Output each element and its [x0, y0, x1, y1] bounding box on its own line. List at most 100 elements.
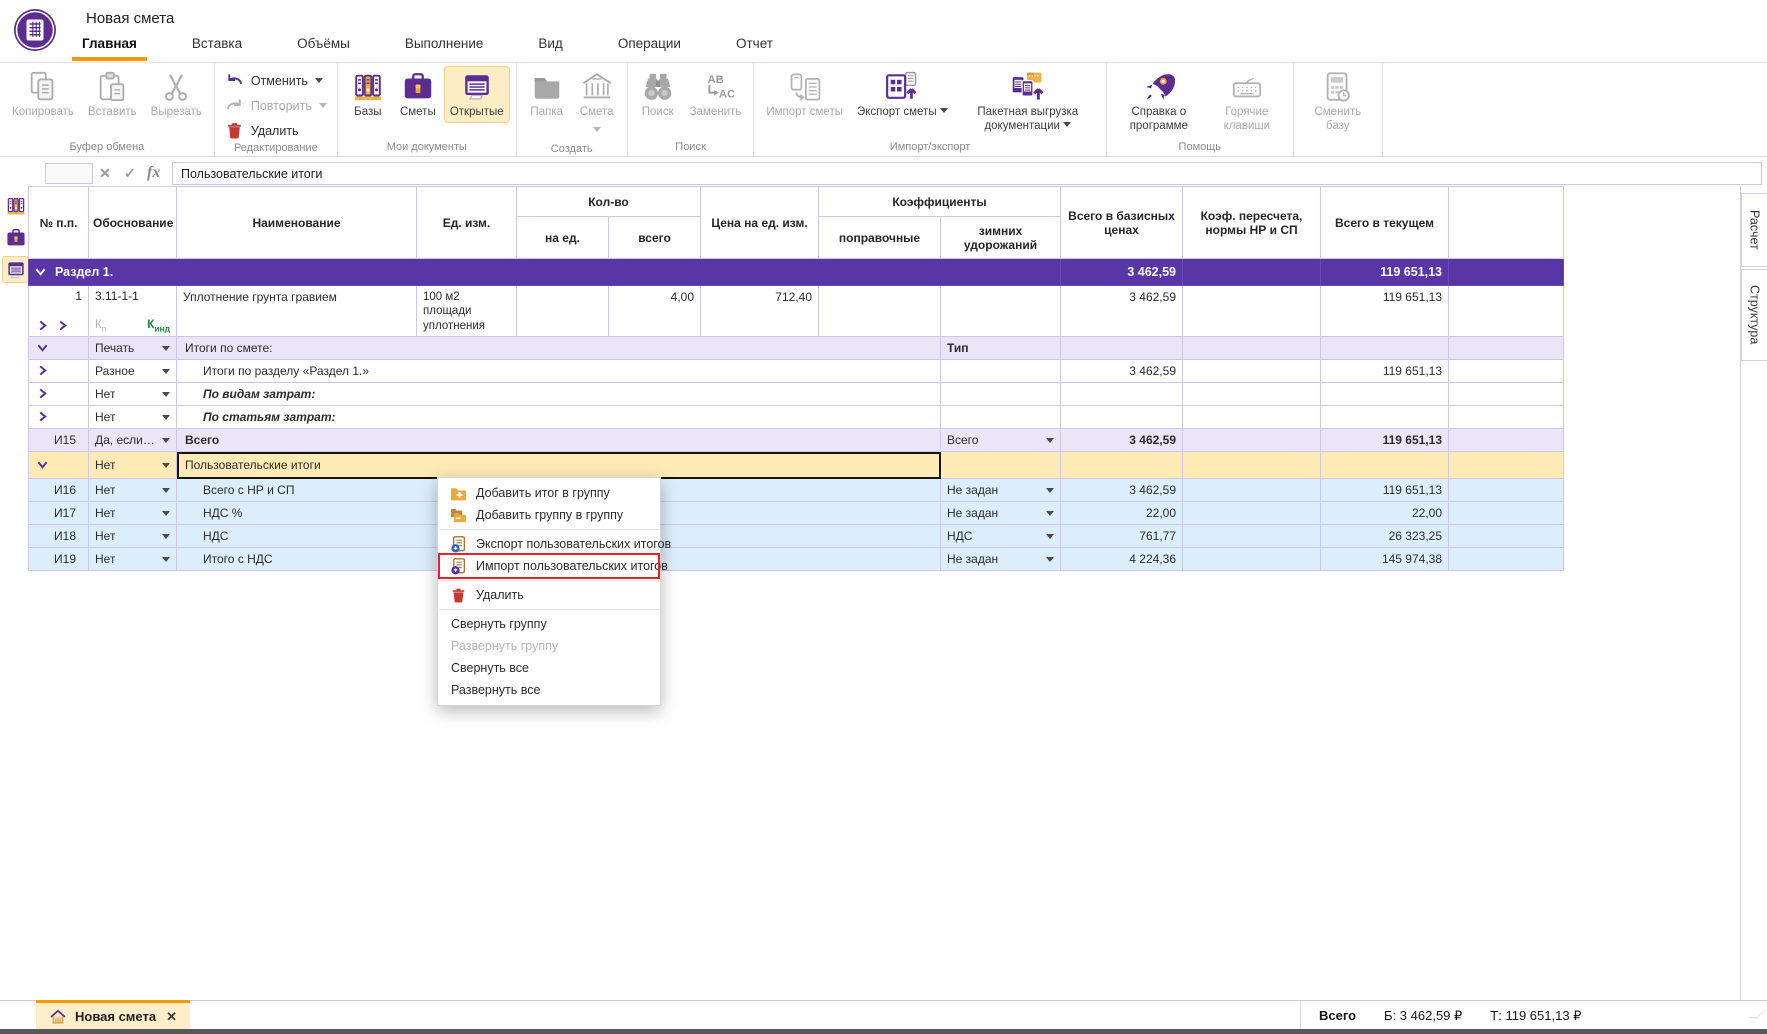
- total-base-value[interactable]: [1061, 406, 1183, 429]
- export-estimate-button[interactable]: Экспорт сметы: [851, 66, 954, 123]
- row-name[interactable]: Пользовательские итоги: [177, 452, 941, 479]
- total-current-value[interactable]: 145 974,38: [1321, 548, 1449, 571]
- total-current-value[interactable]: [1321, 383, 1449, 406]
- menu-item-import-user-totals[interactable]: Импорт пользовательских итогов: [438, 555, 660, 577]
- table-row-i16-total-nr-sp[interactable]: И16НетВсего с НР и СПНе задан3 462,59119…: [29, 479, 1564, 502]
- ribbon-tab-glavnaya[interactable]: Главная: [78, 31, 141, 61]
- side-tab-structure[interactable]: Структура: [1741, 269, 1767, 361]
- type-dropdown[interactable]: Всего: [947, 433, 1054, 447]
- table-row-user-totals[interactable]: Нет Пользовательские итоги: [29, 452, 1564, 479]
- total-current-value[interactable]: 119 651,13: [1321, 259, 1449, 286]
- chevron-right-icon[interactable]: [37, 388, 48, 399]
- menu-item-add-total-to-group[interactable]: Добавить итог в группу: [438, 482, 660, 504]
- total-current-value[interactable]: 119 651,13: [1321, 360, 1449, 383]
- row-name[interactable]: По видам затрат:: [177, 383, 941, 406]
- section-name[interactable]: Раздел 1.: [29, 259, 1061, 286]
- table-row-i17-vat-percent[interactable]: И17НетНДС %Не задан22,0022,00: [29, 502, 1564, 525]
- chevron-right-icon[interactable]: [37, 365, 48, 376]
- menu-item-collapse-all[interactable]: Свернуть все: [438, 657, 660, 679]
- item-name[interactable]: Уплотнение грунта гравием: [177, 286, 417, 337]
- print-mode-dropdown[interactable]: Нет: [95, 387, 170, 401]
- estimates-button[interactable]: Сметы: [394, 66, 442, 123]
- cell-reference-input[interactable]: [45, 163, 93, 184]
- delete-button[interactable]: Удалить: [221, 120, 303, 141]
- chevron-down-icon[interactable]: [37, 459, 48, 470]
- chevron-down-icon[interactable]: [37, 342, 48, 353]
- print-mode-dropdown[interactable]: Печать: [95, 341, 170, 355]
- formula-input[interactable]: Пользовательские итоги: [172, 162, 1762, 185]
- total-base-value[interactable]: 3 462,59: [1061, 429, 1183, 452]
- total-base-value[interactable]: 3 462,59: [1061, 479, 1183, 502]
- row-number[interactable]: И16: [29, 479, 89, 502]
- print-mode-dropdown[interactable]: Нет: [95, 458, 170, 472]
- ribbon-tab-otchet[interactable]: Отчет: [732, 31, 777, 61]
- basis-cell[interactable]: 3.11-1-1КпКинд: [89, 286, 177, 337]
- menu-item-export-user-totals[interactable]: Экспорт пользовательских итогов: [438, 533, 660, 555]
- type-dropdown[interactable]: НДС: [947, 529, 1054, 543]
- table-row-by-cost-types[interactable]: Нет По видам затрат:: [29, 383, 1564, 406]
- coef-ind-label[interactable]: Кинд: [147, 319, 170, 333]
- print-mode-dropdown[interactable]: Нет: [95, 506, 170, 520]
- cancel-icon[interactable]: ✕: [99, 163, 111, 183]
- confirm-icon[interactable]: ✓: [124, 163, 136, 183]
- print-mode-dropdown[interactable]: Нет: [95, 410, 170, 424]
- row-number[interactable]: И18: [29, 525, 89, 548]
- total-current-value[interactable]: [1321, 406, 1449, 429]
- qty-total-value[interactable]: 4,00: [609, 286, 701, 337]
- total-base-value[interactable]: 22,00: [1061, 502, 1183, 525]
- price-value[interactable]: 712,40: [701, 286, 819, 337]
- row-name[interactable]: Итоги по разделу «Раздел 1.»: [177, 360, 941, 383]
- total-current-value[interactable]: 22,00: [1321, 502, 1449, 525]
- table-row-section-1[interactable]: Раздел 1.3 462,59 119 651,13: [29, 259, 1564, 286]
- print-mode-dropdown[interactable]: Разное: [95, 364, 170, 378]
- print-mode-dropdown[interactable]: Да, если н…: [95, 433, 170, 447]
- item-unit[interactable]: 100 м2 площади уплотнения: [417, 286, 517, 337]
- menu-item-collapse-group[interactable]: Свернуть группу: [438, 613, 660, 635]
- ribbon-tab-operacii[interactable]: Операции: [614, 31, 685, 61]
- about-button[interactable]: Справка о программе: [1113, 66, 1205, 136]
- total-base-value[interactable]: 4 224,36: [1061, 548, 1183, 571]
- sidebar-item-open[interactable]: [2, 256, 29, 283]
- document-tab[interactable]: Новая смета ✕: [36, 1000, 190, 1030]
- menu-item-delete[interactable]: Удалить: [438, 584, 660, 606]
- total-base-value[interactable]: 3 462,59: [1061, 259, 1183, 286]
- sidebar-item-estimates[interactable]: [2, 224, 29, 251]
- open-button[interactable]: Открытые: [444, 66, 510, 123]
- menu-item-add-group-to-group[interactable]: Добавить группу в группу: [438, 504, 660, 526]
- row-name[interactable]: Итоги по смете:: [177, 337, 941, 360]
- total-base-value[interactable]: [1061, 337, 1183, 360]
- chevron-down-icon[interactable]: [35, 266, 46, 277]
- total-base-value[interactable]: [1061, 452, 1183, 479]
- total-base-value[interactable]: 3 462,59: [1061, 286, 1183, 337]
- sidebar-item-bases[interactable]: [2, 192, 29, 219]
- row-number[interactable]: И19: [29, 548, 89, 571]
- row-number[interactable]: И17: [29, 502, 89, 525]
- ribbon-tab-vid[interactable]: Вид: [534, 31, 566, 61]
- type-dropdown[interactable]: Не задан: [947, 552, 1054, 566]
- type-dropdown[interactable]: Не задан: [947, 483, 1054, 497]
- table-row-i19-total-with-vat[interactable]: И19НетИтого с НДСНе задан4 224,36145 974…: [29, 548, 1564, 571]
- total-current-value[interactable]: 119 651,13: [1321, 429, 1449, 452]
- total-base-value[interactable]: [1061, 383, 1183, 406]
- undo-button[interactable]: Отменить: [221, 70, 327, 91]
- coef-p-label[interactable]: Кп: [95, 319, 106, 333]
- print-mode-dropdown[interactable]: Нет: [95, 552, 170, 566]
- print-mode-dropdown[interactable]: Нет: [95, 529, 170, 543]
- table-row-section-totals[interactable]: РазноеИтоги по разделу «Раздел 1.»3 462,…: [29, 360, 1564, 383]
- side-tab-calculation[interactable]: Расчет: [1741, 193, 1767, 267]
- total-current-value[interactable]: 119 651,13: [1321, 479, 1449, 502]
- chevron-right-icon[interactable]: [37, 320, 48, 331]
- row-name[interactable]: По статьям затрат:: [177, 406, 941, 429]
- ribbon-tab-vstavka[interactable]: Вставка: [188, 31, 246, 61]
- total-current-value[interactable]: 26 323,25: [1321, 525, 1449, 548]
- total-base-value[interactable]: 761,77: [1061, 525, 1183, 548]
- total-current-value[interactable]: 119 651,13: [1321, 286, 1449, 337]
- type-dropdown[interactable]: Не задан: [947, 506, 1054, 520]
- chevron-right-icon[interactable]: [37, 411, 48, 422]
- total-current-value[interactable]: [1321, 452, 1449, 479]
- menu-item-expand-all[interactable]: Развернуть все: [438, 679, 660, 701]
- ribbon-tab-vypolnenie[interactable]: Выполнение: [401, 31, 488, 61]
- row-name[interactable]: Всего: [177, 429, 941, 452]
- function-icon[interactable]: fx: [147, 163, 160, 183]
- table-row-totals-header[interactable]: ПечатьИтоги по смете:Тип: [29, 337, 1564, 360]
